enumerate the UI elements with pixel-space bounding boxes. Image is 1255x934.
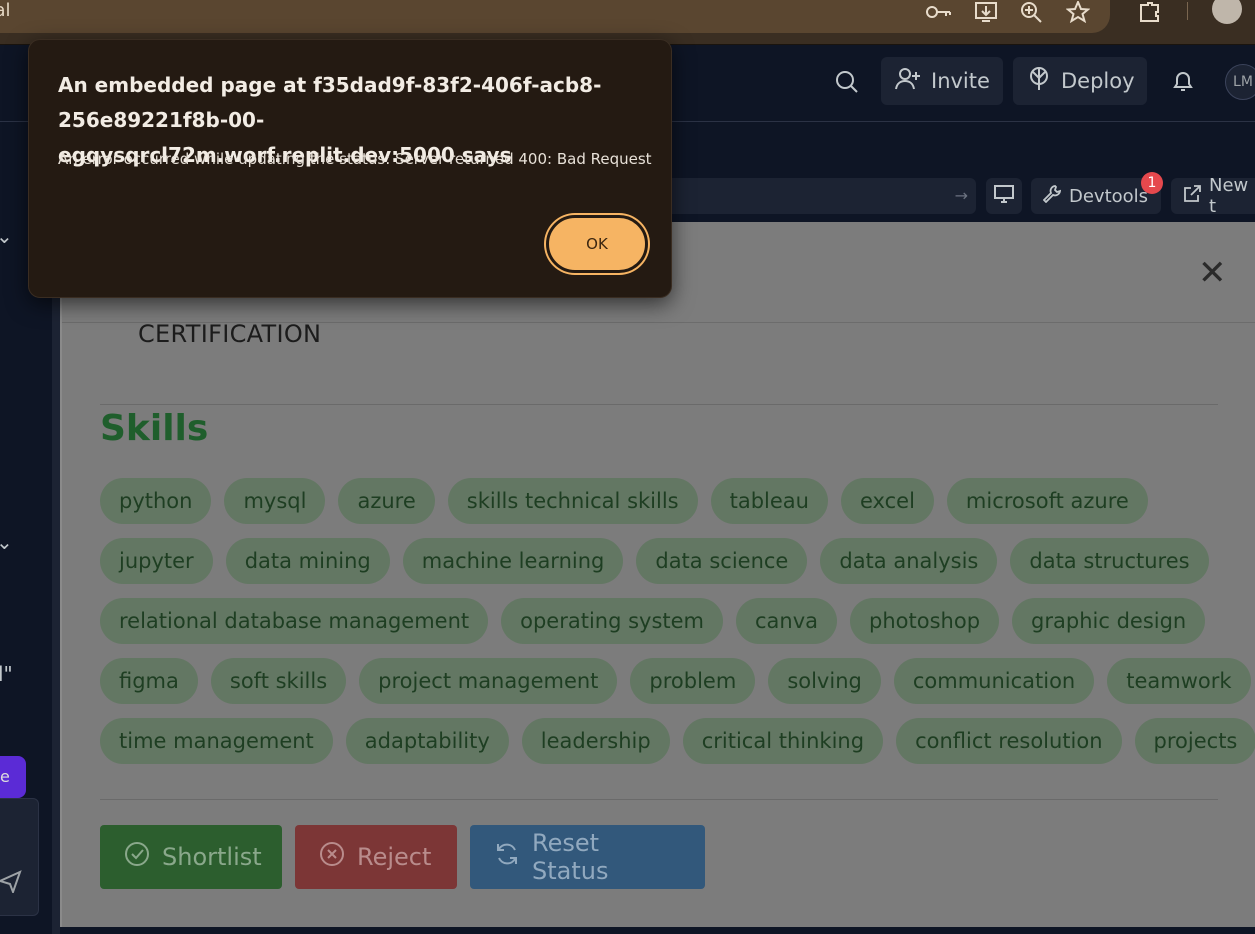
chevron-down-icon-2[interactable]: ⌄ bbox=[0, 530, 13, 554]
certification-heading: CERTIFICATION bbox=[138, 320, 322, 348]
arrow-right-icon[interactable]: → bbox=[955, 186, 968, 205]
monitor-icon bbox=[994, 184, 1014, 208]
skill-chip: communication bbox=[893, 658, 1095, 704]
actions-divider bbox=[100, 799, 1218, 800]
skill-chip: data structures bbox=[1010, 538, 1209, 584]
skill-chip: data mining bbox=[225, 538, 390, 584]
invite-label: Invite bbox=[931, 69, 990, 93]
skill-chip: azure bbox=[338, 478, 435, 524]
skill-chip: operating system bbox=[501, 598, 724, 644]
purple-tag[interactable]: e bbox=[0, 756, 26, 798]
external-link-icon bbox=[1183, 184, 1201, 208]
skill-chip: time management bbox=[100, 718, 333, 764]
skill-chip: soft skills bbox=[210, 658, 347, 704]
skill-chip: photoshop bbox=[850, 598, 1000, 644]
refresh-cycle-icon bbox=[494, 841, 520, 873]
devtools-label: Devtools bbox=[1069, 185, 1149, 207]
skill-chip: tableau bbox=[710, 478, 828, 524]
webview-preview: ✕ CERTIFICATION Skills python mysql azure s… bbox=[60, 222, 1255, 927]
send-icon[interactable] bbox=[0, 869, 22, 898]
new-tab-label: New t bbox=[1209, 175, 1249, 217]
skill-chip: graphic design bbox=[1012, 598, 1206, 644]
address-bar-text: rtal bbox=[0, 0, 11, 21]
user-avatar[interactable]: LM bbox=[1225, 64, 1255, 100]
skills-row: jupyter data mining machine learning data s… bbox=[100, 538, 1240, 584]
skill-chip: canva bbox=[736, 598, 838, 644]
skill-chip: machine learning bbox=[402, 538, 624, 584]
chat-input-box[interactable] bbox=[0, 798, 39, 916]
skill-chip: critical thinking bbox=[682, 718, 884, 764]
close-icon[interactable]: ✕ bbox=[1198, 256, 1227, 290]
check-circle-icon bbox=[124, 841, 150, 873]
skill-chip: mysql bbox=[224, 478, 326, 524]
devtools-error-badge: 1 bbox=[1141, 172, 1163, 194]
deploy-icon bbox=[1027, 66, 1051, 97]
reset-status-button[interactable]: Reset Status bbox=[470, 825, 705, 889]
skill-chip: data analysis bbox=[820, 538, 998, 584]
extensions-icon[interactable] bbox=[1137, 0, 1163, 24]
device-preview-button[interactable] bbox=[986, 178, 1022, 214]
reset-status-label: Reset Status bbox=[532, 829, 609, 885]
alert-message: An error occurred while updating the sta… bbox=[58, 150, 652, 168]
skills-row: figma soft skills project management proble… bbox=[100, 658, 1251, 704]
skill-chip: project management bbox=[359, 658, 618, 704]
skill-chip: projects bbox=[1134, 718, 1255, 764]
panel-resize-handle[interactable] bbox=[52, 222, 60, 934]
x-circle-icon bbox=[319, 841, 345, 873]
skills-row: python mysql azure skills technical skills t… bbox=[100, 478, 1240, 524]
section-divider bbox=[100, 404, 1218, 405]
wrench-icon bbox=[1042, 184, 1062, 208]
skill-chip: jupyter bbox=[100, 538, 213, 584]
candidate-modal: ✕ CERTIFICATION Skills python mysql azure s… bbox=[60, 222, 1255, 927]
webview-url-input[interactable]: → bbox=[640, 178, 976, 214]
deploy-button[interactable]: Deploy bbox=[1013, 57, 1147, 105]
skill-chip: solving bbox=[768, 658, 881, 704]
skills-heading: Skills bbox=[100, 408, 209, 449]
key-icon[interactable] bbox=[926, 0, 952, 24]
ok-button[interactable]: OK bbox=[546, 215, 648, 273]
skills-row: relational database management operating … bbox=[100, 598, 1240, 644]
reject-button[interactable]: Reject bbox=[295, 825, 457, 889]
profile-avatar[interactable] bbox=[1212, 0, 1242, 24]
skills-row: time management adaptability leadership cri… bbox=[100, 718, 1255, 764]
skill-chip: problem bbox=[630, 658, 756, 704]
deploy-label: Deploy bbox=[1061, 69, 1135, 93]
skill-chip: skills technical skills bbox=[447, 478, 698, 524]
invite-button[interactable]: Invite bbox=[881, 57, 1003, 105]
skill-chip: teamwork bbox=[1107, 658, 1251, 704]
skill-chip: figma bbox=[100, 658, 198, 704]
skill-chip: microsoft azure bbox=[946, 478, 1148, 524]
chevron-down-icon[interactable]: ⌄ bbox=[0, 224, 13, 248]
new-tab-button[interactable]: New t bbox=[1171, 175, 1255, 217]
status-actions: Shortlist Reject Reset Status bbox=[100, 825, 705, 889]
skill-chip: conflict resolution bbox=[896, 718, 1122, 764]
shortlist-label: Shortlist bbox=[162, 843, 262, 871]
skill-chip: excel bbox=[841, 478, 934, 524]
notifications-bell-icon[interactable] bbox=[1171, 69, 1195, 99]
add-user-icon bbox=[895, 67, 921, 96]
quote-text: l" bbox=[0, 662, 13, 686]
install-app-icon[interactable] bbox=[973, 0, 999, 24]
zoom-icon[interactable] bbox=[1019, 0, 1045, 24]
skills-chip-list: python mysql azure skills technical skills t… bbox=[100, 478, 1255, 778]
reject-label: Reject bbox=[357, 843, 432, 871]
search-icon[interactable] bbox=[834, 69, 860, 99]
shortlist-button[interactable]: Shortlist bbox=[100, 825, 282, 889]
skill-chip: relational database management bbox=[100, 598, 489, 644]
alert-dialog: An embedded page at f35dad9f-83f2-406f-a… bbox=[28, 39, 672, 298]
bookmark-star-icon[interactable] bbox=[1065, 0, 1091, 24]
skill-chip: data science bbox=[636, 538, 808, 584]
skill-chip: adaptability bbox=[345, 718, 509, 764]
toolbar-separator bbox=[1187, 2, 1188, 20]
skill-chip: python bbox=[100, 478, 212, 524]
skill-chip: leadership bbox=[521, 718, 670, 764]
